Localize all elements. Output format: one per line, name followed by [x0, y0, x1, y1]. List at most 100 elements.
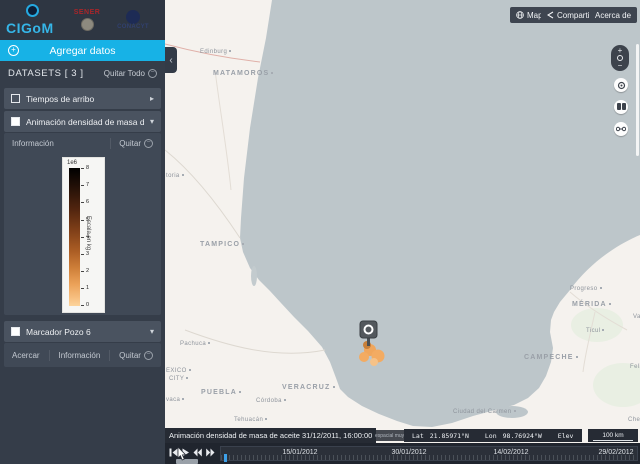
legend-tick: 8 [80, 165, 90, 171]
lat-value: 21.85971°N [429, 431, 469, 440]
zoom-to-label: Acercar [12, 350, 40, 360]
panel-header-tiempos[interactable]: Tiempos de arribo ▸ [4, 88, 161, 109]
measure-button[interactable] [614, 122, 628, 136]
legend-tick: 6 [80, 199, 90, 205]
share-label: Compartir [557, 10, 593, 20]
timeline-date: 14/02/2012 [493, 449, 529, 456]
colorbar-legend: 1e6 8 7 6 5 4 3 2 1 0 Escala en kg [62, 157, 105, 313]
timeline-current-position[interactable] [224, 454, 227, 462]
panel-animacion-densidad: Animación densidad de masa de aceite ▾ I… [4, 111, 161, 315]
timeline-date: 29/02/2012 [598, 449, 634, 456]
sidebar-collapse-button[interactable]: ‹ [165, 47, 177, 73]
divider [109, 349, 111, 361]
sener-wordmark: SENER [73, 9, 101, 16]
map-area[interactable]: Edinburg MATAMOROS toria TAMPICO Pachuca… [164, 0, 640, 464]
minus-circle-icon: − [144, 138, 153, 148]
minus-circle-icon: − [143, 350, 153, 360]
plus-circle-icon: + [8, 45, 19, 56]
dataset-checkbox[interactable] [11, 327, 20, 336]
scrollbar[interactable] [636, 44, 639, 156]
chevron-down-icon[interactable]: ▾ [150, 327, 154, 336]
panel-title: Tiempos de arribo [26, 93, 95, 104]
zoom-out-button[interactable]: − [618, 62, 623, 70]
dataset-checkbox[interactable] [11, 94, 20, 103]
elev-label: Elev [557, 431, 574, 440]
panel-title: Animación densidad de masa de aceite [26, 116, 144, 127]
datasets-count-label: DATASETS [ 3 ] [8, 68, 84, 79]
panel-actions: Información Quitar − [4, 133, 161, 153]
timeline-date: 15/01/2012 [282, 449, 318, 456]
panel-body-marcador: Acercar Información Quitar − [4, 343, 161, 367]
remove-button[interactable]: Quitar − [111, 138, 161, 148]
lat-label: Lat [412, 431, 424, 440]
measure-icon [616, 126, 626, 132]
panel-tiempos-de-arribo: Tiempos de arribo ▸ [4, 88, 161, 109]
conacyt-emblem-icon [126, 10, 140, 24]
panel-body-animacion: Información Quitar − 1e6 8 7 6 5 4 3 2 1… [4, 133, 161, 315]
laguna-terminos [496, 406, 528, 418]
remove-button[interactable]: Quitar − [111, 350, 161, 360]
chevron-right-icon[interactable]: ▸ [150, 94, 154, 103]
zoom-to-button[interactable]: Acercar [4, 351, 48, 360]
chevron-down-icon[interactable]: ▾ [150, 117, 154, 126]
zoom-in-button[interactable]: + [618, 47, 623, 55]
info-label: Información [58, 350, 101, 360]
panel-actions: Acercar Información Quitar − [4, 343, 161, 367]
faster-button[interactable] [206, 448, 215, 457]
panel-marcador-pozo6: Marcador Pozo 6 ▾ Acercar Información Qu… [4, 321, 161, 367]
split-screen-icon [616, 103, 626, 110]
remove-all-label: Quitar Todo [103, 69, 145, 78]
split-screen-button[interactable] [614, 100, 628, 114]
geolocate-icon [617, 81, 625, 89]
globe-icon [516, 11, 524, 19]
government-seal-icon [80, 18, 94, 31]
legend-tick: 0 [80, 302, 90, 308]
coordinates-readout: Lat 21.85971°N Lon 98.76924°W Elev [404, 429, 582, 442]
divider [48, 349, 50, 361]
timeline-track[interactable]: 15/01/2012 30/01/2012 14/02/2012 29/02/2… [220, 446, 638, 462]
map-scale: 100 km [588, 429, 638, 442]
about-button[interactable]: Acerca de [589, 7, 638, 23]
panel-header-animacion[interactable]: Animación densidad de masa de aceite ▾ [4, 111, 161, 132]
cigom-wave-icon [26, 4, 39, 17]
remove-all-button[interactable]: Quitar Todo − [104, 69, 157, 78]
dataset-checkbox[interactable] [11, 117, 20, 126]
sidebar: CIGoM SENER CONACYT + Agregar datos DATA… [0, 0, 165, 464]
animation-status-text: Animación densidad de masa de aceite 31/… [169, 431, 373, 440]
info-label: Información [12, 138, 54, 148]
remove-label: Quitar [119, 350, 141, 360]
add-data-button[interactable]: + Agregar datos [0, 40, 165, 61]
yucatan-vegetation [571, 308, 623, 342]
panel-header-marcador[interactable]: Marcador Pozo 6 ▾ [4, 321, 161, 342]
zoom-control: + − [611, 45, 629, 71]
cigom-logo: CIGoM [6, 3, 62, 37]
geolocate-button[interactable] [614, 78, 628, 92]
lon-value: 98.76924°W [502, 431, 542, 440]
brand-header: CIGoM SENER CONACYT [0, 0, 165, 40]
remove-label: Quitar [119, 138, 141, 148]
minus-circle-icon: − [148, 69, 157, 78]
app-window: Edinburg MATAMOROS toria TAMPICO Pachuca… [0, 0, 640, 464]
colorbar-gradient [69, 168, 80, 306]
about-label: Acerca de [595, 10, 632, 20]
info-button[interactable]: Información [50, 351, 108, 360]
panel-title: Marcador Pozo 6 [26, 326, 91, 337]
animation-status-label: Animación densidad de masa de aceite 31/… [165, 428, 377, 443]
add-data-label: Agregar datos [49, 44, 116, 57]
cigom-wordmark: CIGoM [6, 20, 54, 36]
legend-tick: 1 [80, 285, 90, 291]
info-button[interactable]: Información [4, 139, 110, 148]
conacyt-logo: CONACYT [112, 10, 154, 30]
map-canvas[interactable] [164, 0, 640, 464]
share-icon [547, 11, 554, 19]
datasets-header: DATASETS [ 3 ] Quitar Todo − [0, 61, 165, 86]
lon-label: Lon [484, 431, 497, 440]
scale-bar: 100 km [593, 431, 633, 441]
sener-logo: SENER [70, 9, 104, 31]
tampico-lagoon [251, 266, 257, 286]
legend-tick: 3 [80, 251, 90, 257]
legend-tick: 2 [80, 268, 90, 274]
legend-tick: 7 [80, 182, 90, 188]
slower-button[interactable] [193, 448, 202, 457]
timeline-date: 30/01/2012 [391, 449, 427, 456]
